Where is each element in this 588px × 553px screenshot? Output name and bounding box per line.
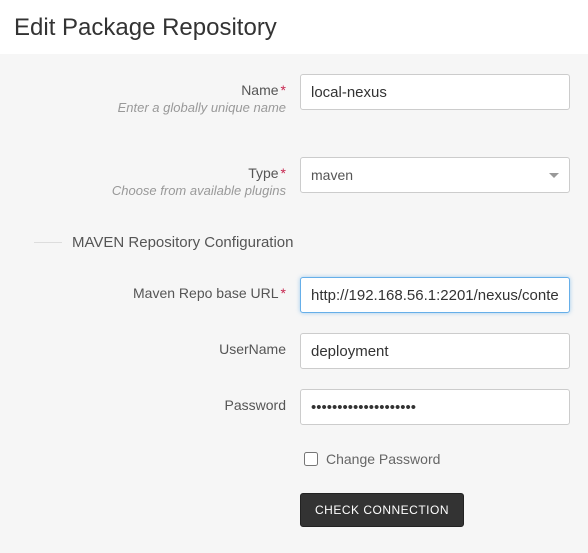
page-title: Edit Package Repository (0, 0, 588, 54)
form-panel: Name* Enter a globally unique name Type*… (0, 54, 588, 553)
base-url-field-col (300, 277, 586, 313)
username-label: UserName (219, 341, 286, 357)
username-field-col (300, 333, 586, 369)
base-url-input[interactable] (300, 277, 570, 313)
base-url-required-mark: * (281, 285, 286, 301)
type-label-col: Type* Choose from available plugins (10, 157, 300, 198)
section-header: MAVEN Repository Configuration (10, 234, 578, 251)
section-divider (34, 242, 62, 243)
password-label-col: Password (10, 389, 300, 413)
type-select[interactable]: maven (300, 157, 570, 193)
base-url-label: Maven Repo base URL (133, 285, 279, 301)
chevron-down-icon (549, 173, 559, 178)
name-hint: Enter a globally unique name (10, 100, 286, 115)
password-label: Password (225, 397, 286, 413)
type-field-col: maven (300, 157, 586, 193)
section-title: MAVEN Repository Configuration (72, 234, 293, 251)
row-change-password: Change Password (10, 445, 578, 487)
password-input[interactable] (300, 389, 570, 425)
type-select-value: maven (311, 167, 353, 183)
name-field-col (300, 74, 586, 110)
change-password-spacer (10, 445, 300, 453)
name-required-mark: * (281, 82, 286, 98)
name-input[interactable] (300, 74, 570, 110)
change-password-field-col: Change Password (300, 445, 578, 487)
change-password-label: Change Password (326, 451, 440, 467)
name-label: Name (241, 82, 278, 98)
change-password-wrap: Change Password (300, 449, 562, 469)
row-username: UserName (10, 333, 578, 369)
password-field-col (300, 389, 586, 425)
type-hint: Choose from available plugins (10, 183, 286, 198)
username-input[interactable] (300, 333, 570, 369)
check-connection-button[interactable]: CHECK CONNECTION (300, 493, 464, 527)
row-type: Type* Choose from available plugins mave… (10, 157, 578, 198)
row-base-url: Maven Repo base URL* (10, 277, 578, 313)
row-password: Password (10, 389, 578, 425)
change-password-checkbox[interactable] (304, 452, 318, 466)
check-connection-spacer (10, 493, 300, 501)
base-url-label-col: Maven Repo base URL* (10, 277, 300, 301)
row-name: Name* Enter a globally unique name (10, 74, 578, 115)
username-label-col: UserName (10, 333, 300, 357)
type-required-mark: * (281, 165, 286, 181)
name-label-col: Name* Enter a globally unique name (10, 74, 300, 115)
type-label: Type (248, 165, 278, 181)
row-check-connection: CHECK CONNECTION (10, 493, 578, 527)
check-connection-field-col: CHECK CONNECTION (300, 493, 578, 527)
